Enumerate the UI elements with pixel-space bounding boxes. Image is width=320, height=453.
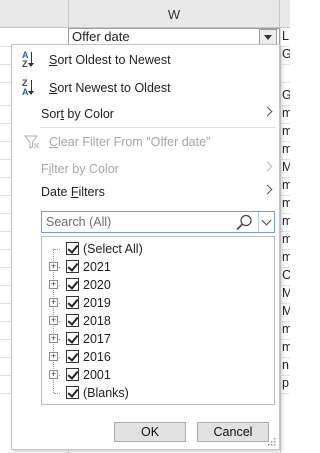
- cell-fragment[interactable]: m: [282, 322, 290, 336]
- cell-fragment[interactable]: m: [282, 142, 290, 156]
- cell-fragment[interactable]: m: [282, 196, 290, 210]
- cell-fragment[interactable]: m: [282, 178, 290, 192]
- tree-item-label: 2021: [83, 260, 111, 274]
- checkbox-checked-icon[interactable]: [66, 350, 79, 363]
- tree-item[interactable]: (Blanks): [42, 384, 274, 402]
- tree-item[interactable]: +2017: [42, 330, 274, 348]
- tree-item-label: 2020: [83, 278, 111, 292]
- tree-item[interactable]: +2016: [42, 348, 274, 366]
- tree-item-label: (Select All): [83, 242, 143, 256]
- checkbox-checked-icon[interactable]: [66, 332, 79, 345]
- cell-fragment[interactable]: G: [282, 88, 290, 102]
- cell-fragment[interactable]: m: [282, 250, 290, 264]
- checkbox-checked-icon[interactable]: [66, 278, 79, 291]
- checkbox-checked-icon[interactable]: [66, 242, 79, 255]
- cell-fragment[interactable]: m: [282, 124, 290, 138]
- checkbox-checked-icon[interactable]: [66, 314, 79, 327]
- cell-fragment[interactable]: n: [282, 358, 290, 372]
- submenu-arrow-icon: [262, 106, 273, 117]
- filter-value-tree: (Select All) +2021 +2020 +2019 +2018 +2017 +20…: [41, 236, 275, 405]
- cell-fragment[interactable]: m: [282, 214, 290, 228]
- menu-separator: [40, 127, 276, 128]
- expand-icon[interactable]: +: [49, 316, 58, 325]
- expand-icon[interactable]: +: [49, 298, 58, 307]
- cell-fragment[interactable]: m: [282, 232, 290, 246]
- checkbox-checked-icon[interactable]: [66, 296, 79, 309]
- tree-item-label: 2017: [83, 332, 111, 346]
- tree-item[interactable]: +2020: [42, 276, 274, 294]
- tree-connector: [54, 249, 60, 250]
- tree-item-label: 2001: [83, 368, 111, 382]
- expand-icon[interactable]: +: [49, 352, 58, 361]
- filter-menu: AZ Sort Oldest to Newest ZA Sort Newest …: [11, 44, 280, 450]
- tree-item[interactable]: +2019: [42, 294, 274, 312]
- sort-newest-to-oldest-item[interactable]: ZA Sort Newest to Oldest: [12, 77, 279, 99]
- checkbox-checked-icon[interactable]: [66, 386, 79, 399]
- filter-dropdown-button[interactable]: [259, 29, 277, 45]
- search-icon[interactable]: [235, 214, 253, 231]
- checkbox-checked-icon[interactable]: [66, 368, 79, 381]
- date-filters-item[interactable]: Date Filters: [12, 181, 279, 203]
- submenu-arrow-icon: [262, 184, 273, 195]
- search-dropdown-button[interactable]: [258, 212, 274, 232]
- expand-icon[interactable]: +: [49, 334, 58, 343]
- sort-oldest-to-newest-item[interactable]: AZ Sort Oldest to Newest: [12, 49, 279, 71]
- select-all-item[interactable]: (Select All): [42, 240, 274, 258]
- resize-grip-icon[interactable]: [268, 438, 276, 446]
- cell-fragment[interactable]: G: [282, 47, 290, 61]
- tree-item[interactable]: +2001: [42, 366, 274, 384]
- expand-icon[interactable]: +: [49, 280, 58, 289]
- tree-item[interactable]: +2021: [42, 258, 274, 276]
- dropdown-arrow-icon: [264, 34, 272, 40]
- filter-by-color-item[interactable]: Filter by Color: [12, 158, 279, 180]
- sort-by-color-item[interactable]: Sort by Color: [12, 103, 279, 125]
- sort-ascending-icon: AZ: [21, 50, 39, 70]
- search-input[interactable]: [42, 212, 232, 232]
- cell-fragment[interactable]: p: [282, 376, 290, 390]
- expand-icon[interactable]: +: [49, 262, 58, 271]
- cancel-button[interactable]: Cancel: [197, 422, 269, 442]
- expand-icon[interactable]: +: [49, 370, 58, 379]
- cell-fragment[interactable]: C: [282, 268, 290, 282]
- submenu-arrow-icon: [262, 161, 273, 172]
- tree-item-label: (Blanks): [83, 386, 129, 400]
- cell-fragment[interactable]: LE: [282, 29, 290, 43]
- cell-fragment[interactable]: M: [282, 160, 290, 174]
- tree-item-label: 2016: [83, 350, 111, 364]
- sort-descending-icon: ZA: [21, 78, 39, 98]
- clear-filter-icon: [24, 135, 40, 149]
- tree-item-label: 2019: [83, 296, 111, 310]
- tree-connector: [54, 393, 60, 394]
- tree-item[interactable]: +2018: [42, 312, 274, 330]
- column-header-w[interactable]: W: [68, 0, 280, 28]
- ok-button[interactable]: OK: [114, 422, 186, 442]
- cell-fragment[interactable]: M: [282, 286, 290, 300]
- tree-item-label: 2018: [83, 314, 111, 328]
- clear-filter-item[interactable]: Clear Filter From "Offer date": [12, 131, 279, 153]
- checkbox-checked-icon[interactable]: [66, 260, 79, 273]
- cell-fragment[interactable]: M: [282, 304, 290, 318]
- cell-fragment[interactable]: m: [282, 340, 290, 354]
- search-box[interactable]: [41, 211, 275, 233]
- gridline: [280, 28, 281, 453]
- cell-fragment[interactable]: m: [282, 106, 290, 120]
